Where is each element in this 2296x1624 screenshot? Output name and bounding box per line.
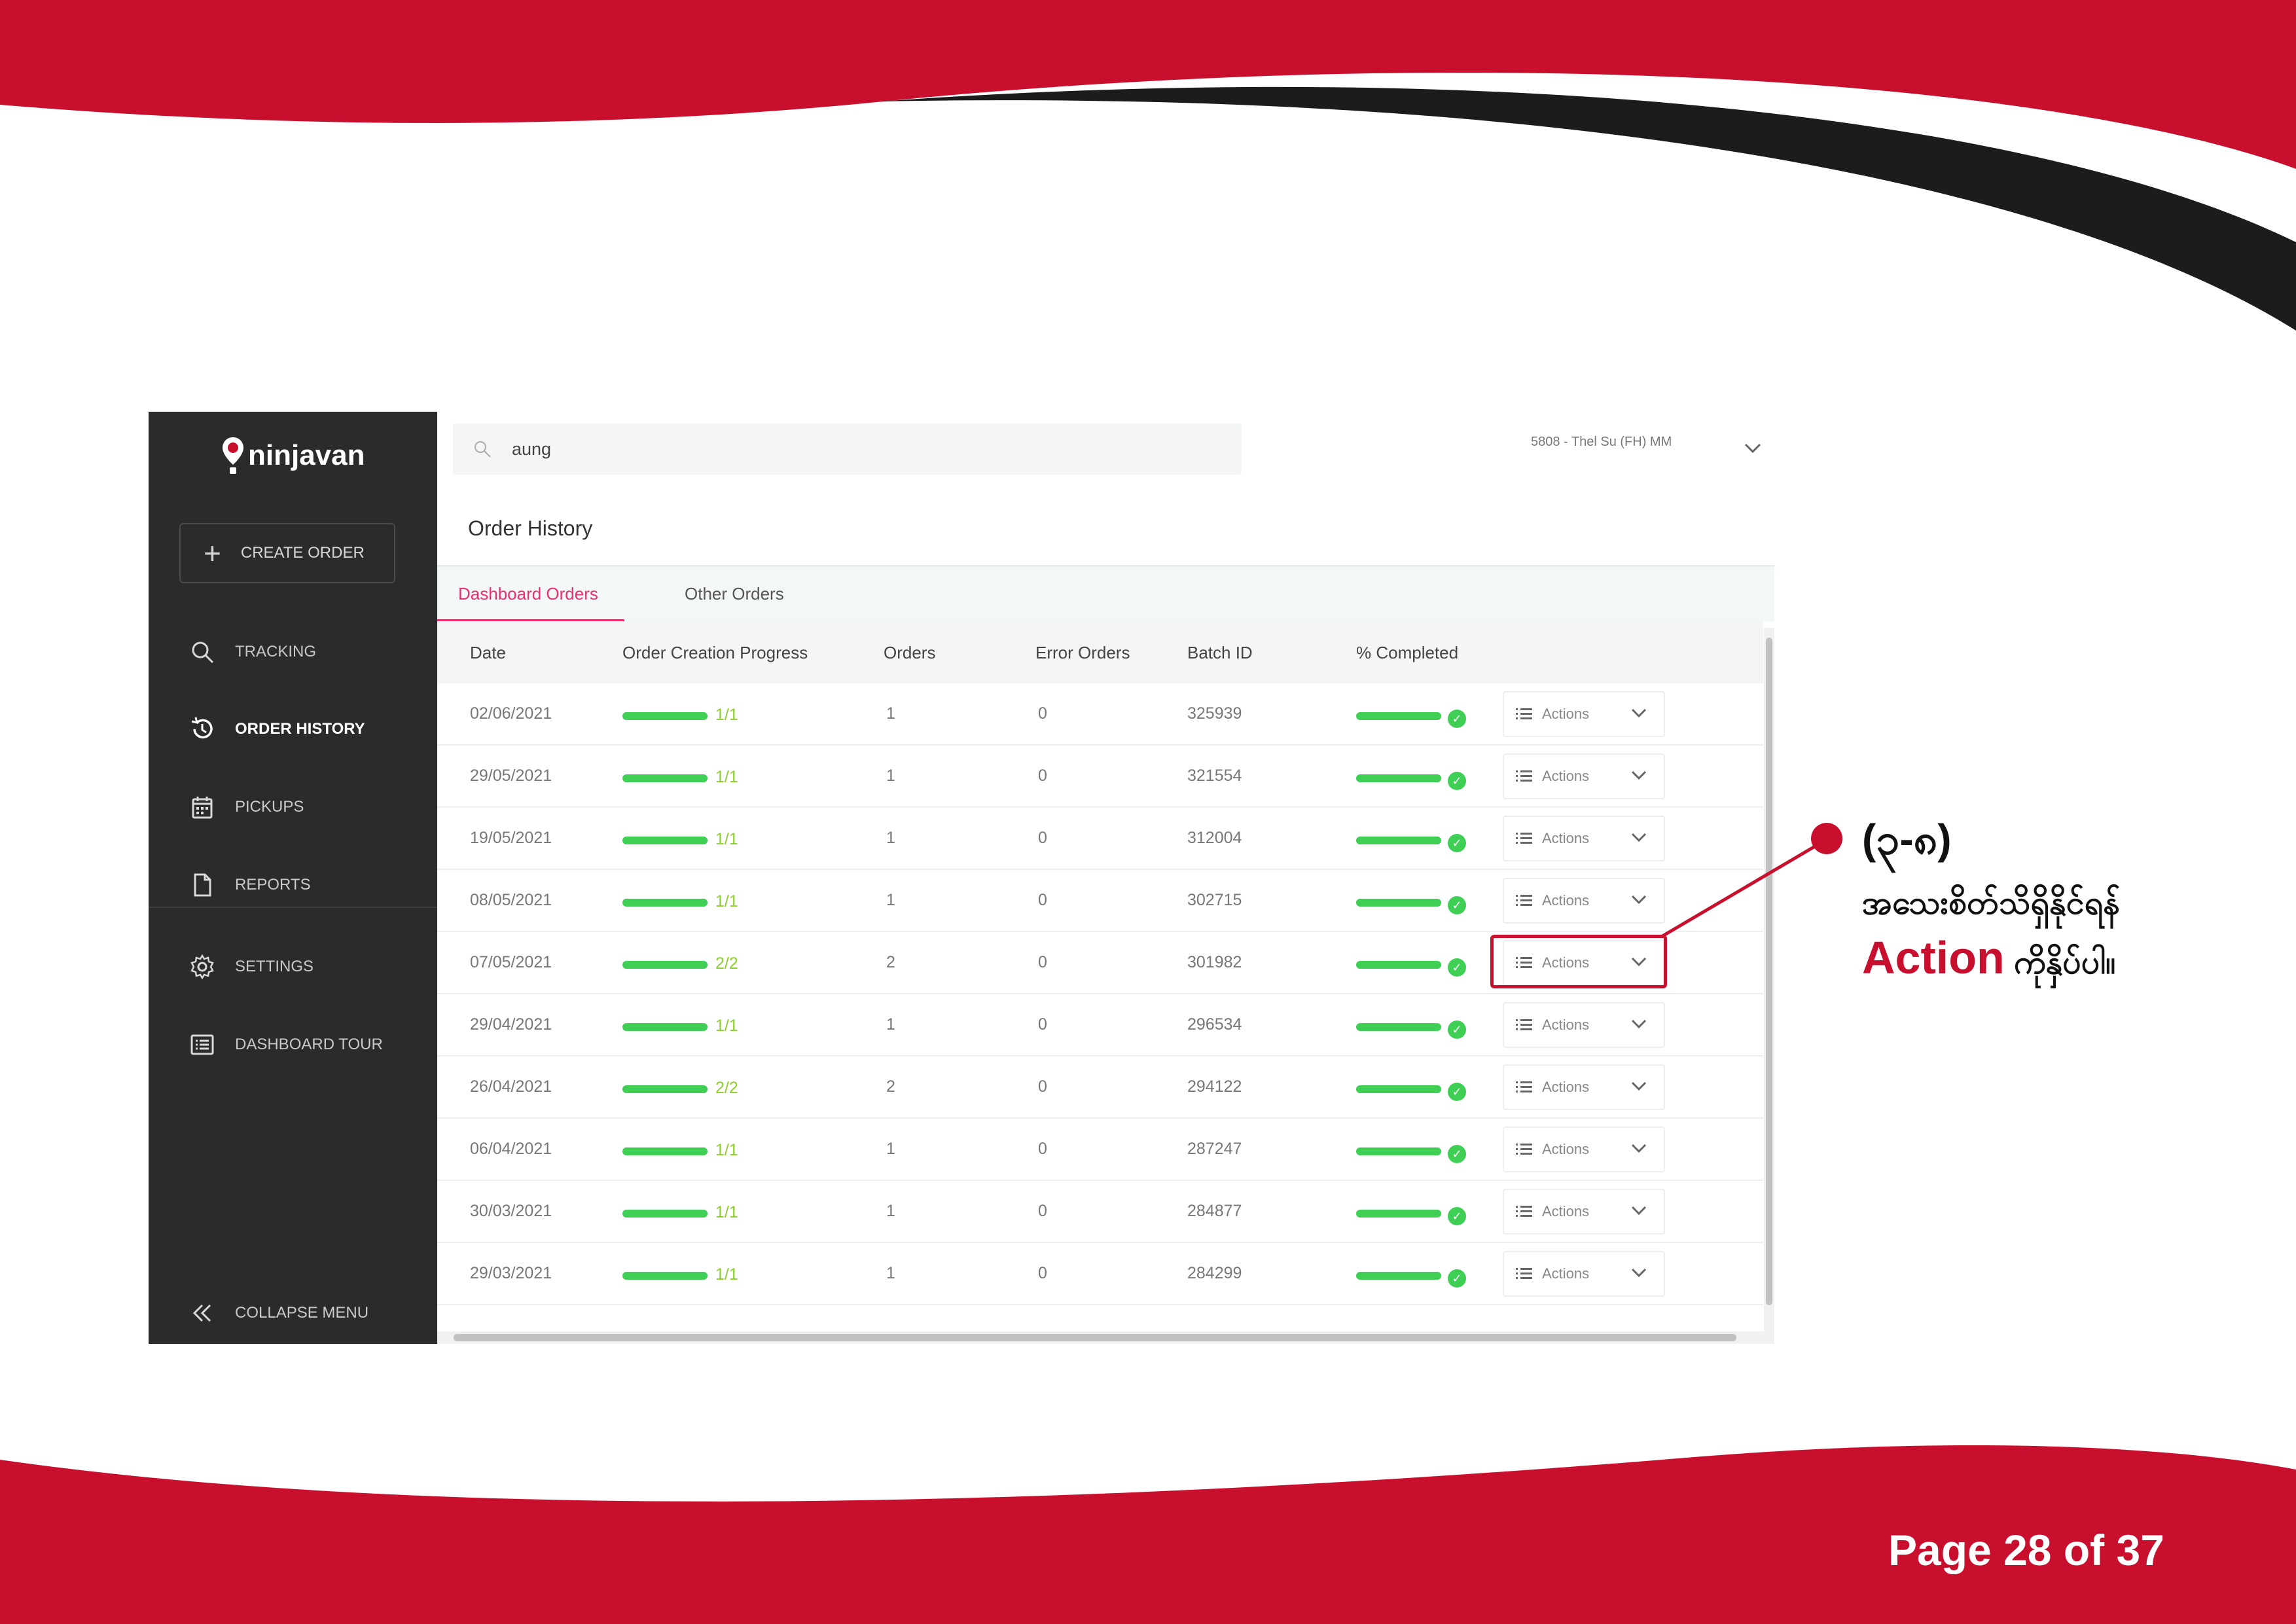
callout-instruction-rest: ကိုနှိပ်ပါ။: [2004, 944, 2116, 981]
callout-action-word: Action: [1862, 932, 2005, 983]
callout-step-number: (၃-၈): [1862, 816, 1952, 863]
callout-instruction-line1: အသေးစိတ်သိရှိနိုင်ရန်: [1862, 884, 2121, 921]
callout-instruction-line2: Action ကိုနှိပ်ပါ။: [1862, 931, 2115, 990]
callout-connector: [1661, 838, 1827, 938]
callout-marker: [1811, 823, 1842, 854]
page-number: Page 28 of 37: [1888, 1526, 2164, 1574]
